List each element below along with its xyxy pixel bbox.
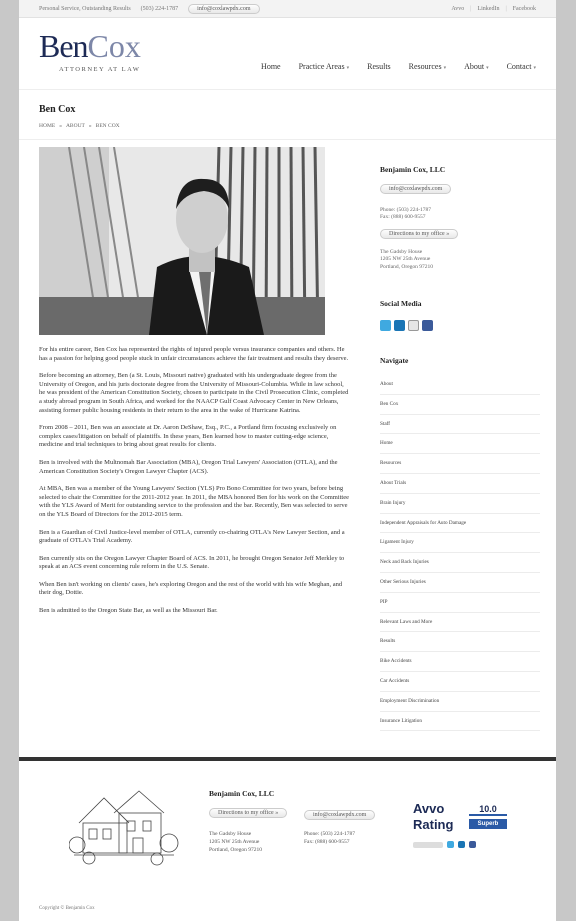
sidebar-fax: Fax: (888) 600-9557 [380,214,426,221]
top-bar: Personal Service, Outstanding Results (5… [19,0,556,18]
nav-practice-areas[interactable]: Practice Areas ▾ [299,62,350,71]
linkedin-link[interactable]: LinkedIn [477,6,499,12]
avvo-word: Avvo [413,801,445,816]
navigate-item[interactable]: Employment Discrimination [380,692,540,712]
nav-resources[interactable]: Resources ▾ [409,62,446,71]
avvo-superb: Superb [469,819,507,829]
top-links: Avvo | LinkedIn | Facebook [451,5,536,12]
navigate-item[interactable]: Relevant Laws and More [380,613,540,633]
facebook-icon[interactable] [469,841,476,848]
page: Personal Service, Outstanding Results (5… [19,0,556,921]
nav-results[interactable]: Results [367,62,391,71]
chevron-down-icon: ▾ [533,66,536,71]
breadcrumb-home[interactable]: HOME [39,123,55,129]
sidebar-address: The Gadsby House 1205 NW 25th Avenue Por… [380,248,434,270]
bio-paragraph: Before becoming an attorney, Ben (a St. … [39,372,349,414]
navigate-item[interactable]: Ben Cox [380,395,540,415]
navigate-item[interactable]: PIP [380,593,540,613]
avvo-link[interactable]: Avvo [451,6,464,12]
navigate-item[interactable]: Ligament Injury [380,533,540,554]
navigate-item[interactable]: Other Serious Injuries [380,573,540,593]
navigate-item[interactable]: Resources [380,454,540,475]
footer: Benjamin Cox, LLC Directions to my offic… [19,757,556,900]
navigate-list: About Ben Cox Staff Home Resources About… [380,375,540,732]
page-title-area: Ben Cox HOME » ABOUT » BEN COX [19,90,556,140]
footer-address: The Gadsby House 1205 NW 25th Avenue Por… [209,831,263,853]
chevron-down-icon: ▾ [443,66,447,71]
breadcrumb: HOME » ABOUT » BEN COX [39,123,120,129]
social-icons [380,320,540,332]
footer-firm-name: Benjamin Cox, LLC [209,789,275,798]
facebook-icon[interactable] [422,320,433,332]
bio-paragraph: When Ben isn't working on clients' cases… [39,580,343,597]
twitter-icon[interactable] [447,841,454,848]
linkedin-icon[interactable] [458,841,465,848]
chevron-down-icon: ▾ [346,66,350,71]
avvo-social-icons [413,841,476,848]
chevron-down-icon: ▾ [486,66,489,71]
bio-paragraph: At MBA, Ben was a member of the Young La… [39,485,350,518]
portrait-photo [39,147,325,335]
sidebar-email-button[interactable]: info@coxlawpdx.com [380,184,452,194]
breadcrumb-current: BEN COX [95,123,120,129]
house-illustration [68,783,179,873]
sidebar-directions-button[interactable]: Directions to my office » [380,228,459,239]
top-email-button[interactable]: info@coxlawpdx.com [188,3,260,14]
navigate-item[interactable]: Home [380,434,540,455]
navigate-item[interactable]: Bike Accidents [380,652,540,672]
page-title: Ben Cox [39,104,76,115]
footer-contact: Phone: (503) 224-1787 Fax: (888) 600-955… [304,830,355,846]
navigate-item[interactable]: About [380,375,540,395]
footer-phone: Phone: (503) 224-1787 [304,831,356,837]
footer-directions-button[interactable]: Directions to my office » [209,808,288,818]
navigate-item[interactable]: Insurance Litigation [380,712,540,732]
bio-paragraph: Ben is involved with the Multnomah Bar A… [39,458,338,475]
top-phone: (503) 224-1787 [140,5,179,12]
navigate-item[interactable]: Staff [380,415,540,435]
avvo-rating-badge[interactable]: Avvo Rating 10.0 Superb [411,797,511,857]
nav-home[interactable]: Home [261,62,281,71]
sidebar-firm-name: Benjamin Cox, LLC [380,165,446,174]
copyright: Copyright © Benjamin Cox [39,906,95,911]
tagline: Personal Service, Outstanding Results [39,5,131,12]
navigate-item[interactable]: Results [380,632,540,653]
avvo-rating-label: Rating [413,817,454,832]
sidebar: Benjamin Cox, LLC info@coxlawpdx.com Pho… [380,165,540,732]
bio-paragraph: Ben is a Guardian of Civil Justice-level… [39,528,345,545]
logo-first: Ben [39,28,89,64]
bio-paragraph: Ben currently sits on the Oregon Lawyer … [39,554,345,571]
avvo-icon[interactable] [408,320,419,332]
bio-paragraph: From 2008 – 2011, Ben was an associate a… [39,424,337,449]
twitter-icon[interactable] [380,320,391,332]
avvo-small-logo-icon [413,841,443,848]
bio-paragraph: Ben is admitted to the Oregon State Bar,… [39,607,218,615]
social-media-title: Social Media [380,299,422,309]
navigate-item[interactable]: Neck and Back Injuries [380,553,540,573]
breadcrumb-about[interactable]: ABOUT [66,123,85,129]
navigate-item[interactable]: About Trials [380,474,540,494]
header: BenCox ATTORNEY AT LAW Home Practice Are… [19,18,556,90]
logo-subtitle: ATTORNEY AT LAW [59,66,141,73]
main-content: For his entire career, Ben Cox has repre… [39,147,349,616]
linkedin-icon[interactable] [394,320,405,332]
avvo-score: 10.0 [469,804,507,816]
navigate-title: Navigate [380,356,409,366]
nav-contact[interactable]: Contact ▾ [507,62,536,71]
navigate-item[interactable]: Brain Injury [380,494,540,514]
logo-last: Cox [87,28,141,64]
bio-paragraph: For his entire career, Ben Cox has repre… [39,346,349,362]
footer-email-button[interactable]: info@coxlawpdx.com [304,810,376,820]
site-logo[interactable]: BenCox ATTORNEY AT LAW [39,28,141,73]
footer-fax: Fax: (888) 600-9557 [304,839,350,845]
sidebar-contact: Phone: (503) 224-1787 Fax: (888) 600-955… [380,207,540,222]
navigate-item[interactable]: Independent Appraisals for Auto Damage [380,514,540,534]
nav-about[interactable]: About ▾ [464,62,489,71]
navigate-item[interactable]: Car Accidents [380,672,540,692]
main-nav: Home Practice Areas ▾ Results Resources ▾ … [261,62,536,71]
facebook-link[interactable]: Facebook [513,6,536,12]
